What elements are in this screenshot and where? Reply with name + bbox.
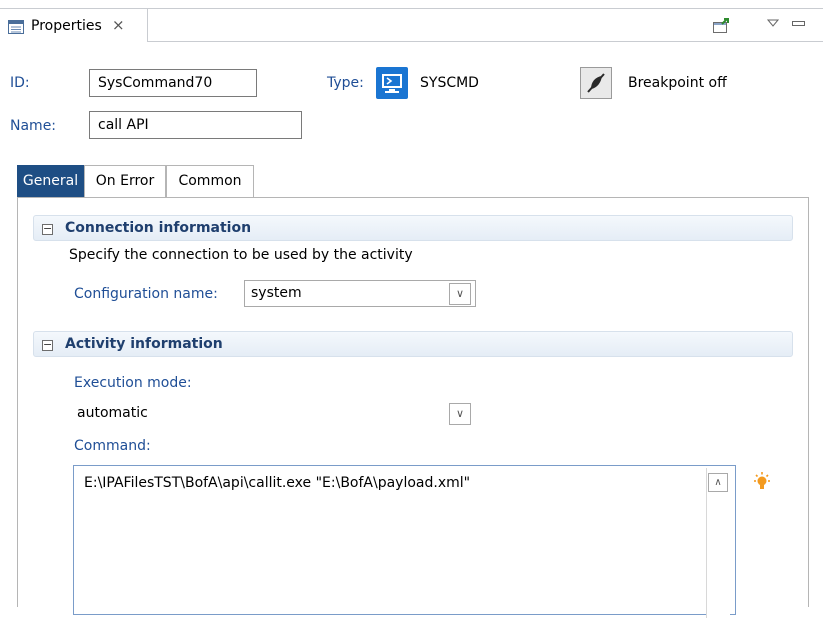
syscmd-icon (376, 67, 408, 103)
configuration-name-value: system (251, 285, 302, 301)
connection-description: Specify the connection to be used by the… (69, 247, 413, 263)
view-tab-label: Properties (31, 18, 102, 34)
command-label: Command: (74, 438, 151, 454)
breakpoint-label: Breakpoint off (628, 75, 727, 91)
connection-section-title: Connection information (65, 220, 252, 236)
configuration-name-label: Configuration name: (74, 286, 218, 302)
collapse-icon[interactable]: − (42, 223, 53, 235)
tab-common[interactable]: Common (166, 165, 254, 197)
name-field[interactable]: call API (89, 111, 302, 139)
type-label: Type: (327, 75, 364, 91)
execution-mode-value[interactable]: automatic (77, 405, 148, 421)
execution-mode-label: Execution mode: (74, 375, 192, 391)
id-field[interactable]: SysCommand70 (89, 69, 257, 97)
lightbulb-icon[interactable] (752, 472, 772, 498)
pin-icon[interactable] (712, 18, 730, 38)
chevron-up-icon[interactable]: ∧ (708, 473, 728, 492)
configuration-name-select[interactable]: system (244, 280, 476, 307)
textarea-scrollbar[interactable]: ∧ (706, 468, 730, 618)
id-label: ID: (10, 75, 30, 91)
type-value: SYSCMD (420, 75, 479, 91)
command-textarea[interactable]: E:\IPAFilesTST\BofA\api\callit.exe "E:\B… (73, 465, 736, 618)
activity-section-title: Activity information (65, 336, 223, 352)
breakpoint-toggle-button[interactable] (580, 67, 612, 99)
chevron-down-icon[interactable]: ∨ (449, 283, 471, 305)
breakpoint-icon (587, 73, 605, 93)
command-text: E:\IPAFilesTST\BofA\api\callit.exe "E:\B… (84, 475, 471, 491)
chevron-down-icon[interactable]: ∨ (449, 403, 471, 425)
properties-view-icon (8, 20, 24, 38)
minimize-icon[interactable] (792, 16, 806, 32)
name-label: Name: (10, 118, 57, 134)
view-menu-icon[interactable] (766, 15, 780, 31)
tab-on-error[interactable]: On Error (84, 165, 166, 197)
tab-general[interactable]: General (17, 165, 84, 197)
collapse-icon[interactable]: − (42, 339, 53, 351)
close-icon[interactable]: ⨯ (112, 16, 125, 34)
